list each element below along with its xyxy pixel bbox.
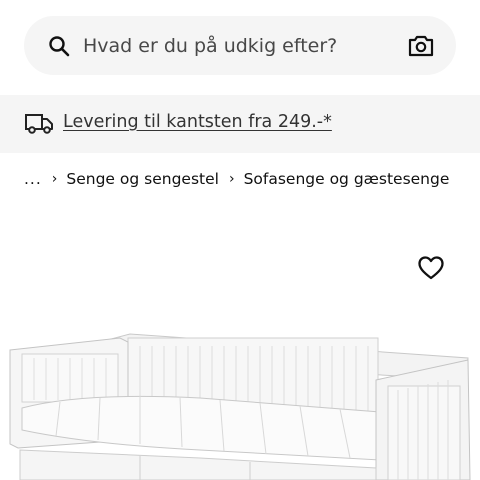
breadcrumb-item-senge[interactable]: Senge og sengestel [66, 170, 219, 188]
breadcrumb: ... › Senge og sengestel › Sofasenge og … [24, 167, 449, 191]
camera-icon[interactable] [408, 34, 434, 58]
breadcrumb-separator-icon: › [51, 171, 58, 187]
search-input[interactable]: Hvad er du på udkig efter? [83, 33, 337, 59]
product-image[interactable] [0, 320, 480, 480]
breadcrumb-ellipsis[interactable]: ... [24, 170, 42, 188]
heart-icon[interactable] [417, 255, 445, 281]
delivery-link[interactable]: Levering til kantsten fra 249.-* [63, 109, 332, 135]
breadcrumb-separator-icon: › [228, 171, 235, 187]
truck-icon [25, 114, 53, 134]
breadcrumb-item-sofasenge[interactable]: Sofasenge og gæstesenge [244, 170, 450, 188]
search-icon[interactable] [47, 34, 71, 58]
